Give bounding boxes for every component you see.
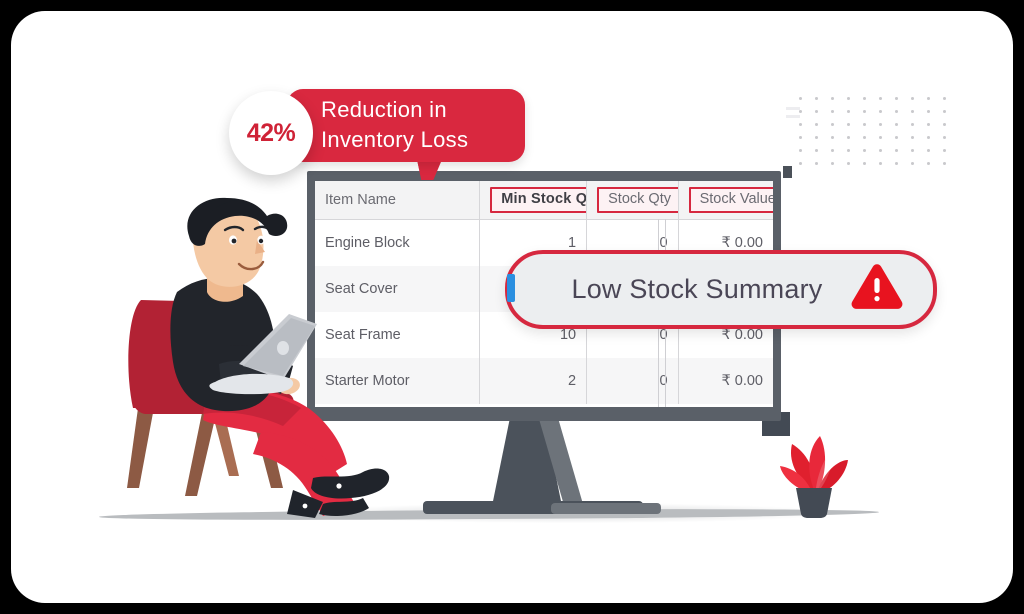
decorative-dot xyxy=(847,123,850,126)
column-header-stock-qty[interactable]: Stock Qty xyxy=(586,181,679,220)
decorative-dot xyxy=(831,136,834,139)
decorative-dot xyxy=(927,97,930,100)
person-with-laptop-illustration xyxy=(111,196,441,521)
decorative-dot xyxy=(895,136,898,139)
decorative-dot xyxy=(863,162,866,165)
decorative-dot xyxy=(799,97,802,100)
decorative-dot xyxy=(927,110,930,113)
promo-percentage-value: 42% xyxy=(246,118,296,147)
decorative-dot xyxy=(943,149,946,152)
promo-line-1: Reduction in xyxy=(321,97,447,122)
column-header-label: Min Stock Qty xyxy=(490,187,586,213)
cell-min-stock-qty: 2 xyxy=(479,358,588,404)
decorative-dot xyxy=(911,136,914,139)
decorative-dot xyxy=(815,162,818,165)
decorative-dot xyxy=(847,97,850,100)
low-stock-summary-pill[interactable]: Low Stock Summary xyxy=(505,250,937,329)
monitor-stand-base-shade xyxy=(551,503,661,514)
decorative-dot xyxy=(879,136,882,139)
decorative-square-icon xyxy=(783,166,792,178)
decorative-dot xyxy=(815,149,818,152)
decorative-dot xyxy=(831,110,834,113)
decorative-dot xyxy=(943,162,946,165)
decorative-dot xyxy=(879,149,882,152)
decorative-dot xyxy=(847,110,850,113)
decorative-dot xyxy=(943,110,946,113)
decorative-dot xyxy=(943,123,946,126)
decorative-dot xyxy=(911,110,914,113)
decorative-dot xyxy=(895,149,898,152)
illustration-card: Item Name Min Stock Qty Stock Qty Stock … xyxy=(11,11,1013,603)
decorative-dot xyxy=(911,149,914,152)
decorative-dot xyxy=(911,123,914,126)
decorative-dot xyxy=(879,123,882,126)
decorative-dot xyxy=(863,110,866,113)
decorative-dot xyxy=(863,149,866,152)
decorative-dot xyxy=(879,110,882,113)
decorative-dot xyxy=(815,110,818,113)
decorative-dash-icon xyxy=(786,115,800,118)
promo-line-2: Inventory Loss xyxy=(321,127,469,152)
decorative-dot xyxy=(847,162,850,165)
decorative-dot xyxy=(815,136,818,139)
column-header-label: Stock Value xyxy=(688,187,773,213)
decorative-dot-grid xyxy=(799,97,959,177)
column-header-label: Stock Qty xyxy=(597,187,678,213)
low-stock-summary-label: Low Stock Summary xyxy=(571,274,823,304)
decorative-dot xyxy=(799,110,802,113)
decorative-dot xyxy=(879,162,882,165)
column-header-stock-value[interactable]: Stock Value xyxy=(678,181,773,220)
decorative-dot xyxy=(831,123,834,126)
decorative-dot xyxy=(847,149,850,152)
decorative-dot xyxy=(895,162,898,165)
promo-percentage-badge: 42% xyxy=(229,91,313,175)
decorative-dot xyxy=(799,136,802,139)
decorative-dot xyxy=(927,149,930,152)
decorative-dot xyxy=(863,136,866,139)
decorative-dot xyxy=(799,123,802,126)
decorative-dot xyxy=(911,97,914,100)
decorative-dot xyxy=(799,149,802,152)
decorative-dot xyxy=(927,162,930,165)
cell-stock-value: ₹ 0.00 xyxy=(678,358,773,404)
potted-plant-illustration xyxy=(766,426,862,522)
decorative-dot xyxy=(831,97,834,100)
decorative-dot xyxy=(815,97,818,100)
decorative-dot xyxy=(815,123,818,126)
promo-text: Reduction in Inventory Loss xyxy=(321,95,521,155)
decorative-dot xyxy=(831,149,834,152)
decorative-dot xyxy=(943,97,946,100)
decorative-dot xyxy=(943,136,946,139)
decorative-dash-icon xyxy=(786,107,800,110)
decorative-dot xyxy=(895,110,898,113)
column-header-min-stock-qty[interactable]: Min Stock Qty xyxy=(479,181,588,220)
decorative-dot xyxy=(847,136,850,139)
decorative-dot xyxy=(799,162,802,165)
decorative-dot xyxy=(927,136,930,139)
decorative-dot xyxy=(863,123,866,126)
decorative-dot xyxy=(879,97,882,100)
outer-frame: Item Name Min Stock Qty Stock Qty Stock … xyxy=(0,0,1024,614)
summary-accent-bar xyxy=(507,274,515,302)
decorative-dot xyxy=(863,97,866,100)
decorative-dot xyxy=(831,162,834,165)
decorative-dot xyxy=(911,162,914,165)
decorative-dot xyxy=(895,97,898,100)
warning-triangle-icon xyxy=(851,264,903,315)
decorative-dot xyxy=(927,123,930,126)
decorative-dot xyxy=(895,123,898,126)
